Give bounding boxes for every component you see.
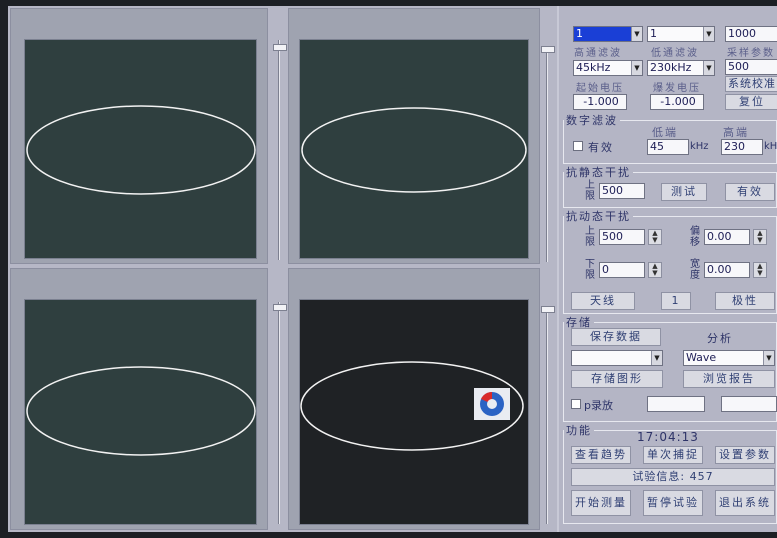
pause-test-button[interactable]: 暂停试验 xyxy=(643,490,703,516)
width-label: 宽度 xyxy=(690,259,700,281)
combo-value: Wave xyxy=(686,351,717,364)
phase-plot-3[interactable] xyxy=(24,299,257,525)
combo-value: 1 xyxy=(576,27,583,40)
analysis-select[interactable]: Wave ▼ xyxy=(683,350,775,366)
phase-plot-2[interactable] xyxy=(299,39,529,259)
width-spinner[interactable]: ▲ ▼ xyxy=(753,262,767,278)
plot-panel-bottom-right xyxy=(288,268,540,530)
chevron-down-icon[interactable]: ▼ xyxy=(631,61,642,75)
upper-spinner[interactable]: ▲ ▼ xyxy=(648,229,662,245)
lowpass-label: 低通滤波 xyxy=(651,48,699,59)
slider-thumb[interactable] xyxy=(273,44,287,51)
analysis-label: 分析 xyxy=(707,332,733,345)
test-info-display: 试验信息: 457 xyxy=(571,468,775,486)
phase-plot-4[interactable] xyxy=(299,299,529,525)
digital-filter-enable-label: 有效 xyxy=(588,141,614,154)
burst-voltage-label: 爆发电压 xyxy=(653,83,701,94)
chevron-down-icon[interactable]: ▼ xyxy=(703,61,714,75)
width-field[interactable]: 0.00 xyxy=(704,262,750,278)
lowpass-select[interactable]: 230kHz ▼ xyxy=(647,60,715,76)
slider-top-left[interactable] xyxy=(273,40,287,260)
slider-thumb[interactable] xyxy=(273,304,287,311)
exit-system-button[interactable]: 退出系统 xyxy=(715,490,775,516)
combo-value: 1 xyxy=(650,27,657,40)
playback-label: p录放 xyxy=(584,399,613,412)
antenna-button[interactable]: 天线 xyxy=(571,292,635,310)
playback-field-1[interactable] xyxy=(647,396,705,412)
set-params-button[interactable]: 设置参数 xyxy=(715,446,775,464)
start-voltage-field[interactable]: -1.000 xyxy=(573,94,627,110)
highpass-label: 高通滤波 xyxy=(574,48,622,59)
phase-plot-1[interactable] xyxy=(24,39,257,259)
offset-spinner[interactable]: ▲ ▼ xyxy=(753,229,767,245)
channel-select-2[interactable]: 1 ▼ xyxy=(647,26,715,42)
dynamic-upper-field[interactable]: 500 xyxy=(599,229,645,245)
sample-count-field[interactable]: 1000 xyxy=(725,26,777,42)
combo-value: 45kHz xyxy=(576,61,611,74)
high-unit-label: kHz xyxy=(764,141,777,152)
save-graph-button[interactable]: 存储图形 xyxy=(571,370,663,388)
slider-bottom-left[interactable] xyxy=(273,302,287,524)
ellipse-trace-3 xyxy=(26,366,256,456)
browse-report-button[interactable]: 浏览报告 xyxy=(683,370,775,388)
offset-field[interactable]: 0.00 xyxy=(704,229,750,245)
low-end-field[interactable]: 45 xyxy=(647,139,689,155)
dynamic-interference-title: 抗动态干扰 xyxy=(564,208,633,224)
digital-filter-title: 数字滤波 xyxy=(564,112,620,128)
reset-button[interactable]: 复位 xyxy=(725,94,777,110)
playback-checkbox[interactable] xyxy=(571,399,581,409)
dynamic-upper-label: 上限 xyxy=(585,226,595,248)
antenna-number-button[interactable]: 1 xyxy=(661,292,691,310)
test-button[interactable]: 测试 xyxy=(661,183,707,201)
lower-spinner[interactable]: ▲ ▼ xyxy=(648,262,662,278)
save-data-button[interactable]: 保存数据 xyxy=(571,328,661,346)
combo-value: 230kHz xyxy=(650,61,692,74)
channel-select-1[interactable]: 1 ▼ xyxy=(573,26,643,42)
storage-select[interactable]: ▼ xyxy=(571,350,663,366)
slider-thumb[interactable] xyxy=(541,46,555,53)
system-calibrate-button[interactable]: 系统校准 xyxy=(725,76,777,92)
control-panel: 1 ▼ 1 ▼ 1000 高通滤波 低通滤波 采样参数 45kHz ▼ 230k… xyxy=(557,6,777,532)
highpass-select[interactable]: 45kHz ▼ xyxy=(573,60,643,76)
ellipse-trace-2 xyxy=(301,107,527,193)
static-upper-label: 上限 xyxy=(585,180,595,202)
playback-field-2[interactable] xyxy=(721,396,777,412)
chevron-down-icon[interactable]: ▼ xyxy=(763,351,774,365)
high-end-label: 高端 xyxy=(723,126,749,139)
plot-panel-top-right xyxy=(288,8,540,264)
high-end-field[interactable]: 230 xyxy=(721,139,763,155)
static-upper-field[interactable]: 500 xyxy=(599,183,645,199)
digital-filter-enable-checkbox[interactable] xyxy=(573,141,583,151)
start-measure-button[interactable]: 开始测量 xyxy=(571,490,631,516)
sample-param-field[interactable]: 500 xyxy=(725,59,777,75)
static-interference-title: 抗静态干扰 xyxy=(564,164,633,180)
low-unit-label: kHz xyxy=(690,141,709,152)
chevron-down-icon[interactable]: ▼ xyxy=(631,27,642,41)
plot-panel-top-left xyxy=(10,8,268,264)
ellipse-trace-1 xyxy=(26,105,256,195)
chevron-down-icon[interactable]: ▼ xyxy=(651,351,662,365)
slider-top-right[interactable] xyxy=(541,46,555,262)
view-trend-button[interactable]: 查看趋势 xyxy=(571,446,631,464)
app-logo-icon xyxy=(474,388,510,420)
slider-thumb[interactable] xyxy=(541,306,555,313)
start-voltage-label: 起始电压 xyxy=(576,83,624,94)
dynamic-lower-field[interactable]: 0 xyxy=(599,262,645,278)
sample-label: 采样参数 xyxy=(727,48,775,59)
low-end-label: 低端 xyxy=(652,126,678,139)
slider-bottom-right[interactable] xyxy=(541,306,555,524)
single-capture-button[interactable]: 单次捕捉 xyxy=(643,446,703,464)
plot-panel-bottom-left xyxy=(10,268,268,530)
functions-title: 功能 xyxy=(564,422,594,438)
clock-display: 17:04:13 xyxy=(637,430,699,444)
static-valid-button[interactable]: 有效 xyxy=(725,183,775,201)
app-window: 1 ▼ 1 ▼ 1000 高通滤波 低通滤波 采样参数 45kHz ▼ 230k… xyxy=(8,6,777,532)
chevron-down-icon[interactable]: ▼ xyxy=(703,27,714,41)
polarity-button[interactable]: 极性 xyxy=(715,292,775,310)
dynamic-lower-label: 下限 xyxy=(585,259,595,281)
burst-voltage-field[interactable]: -1.000 xyxy=(650,94,704,110)
offset-label: 偏移 xyxy=(690,226,700,248)
